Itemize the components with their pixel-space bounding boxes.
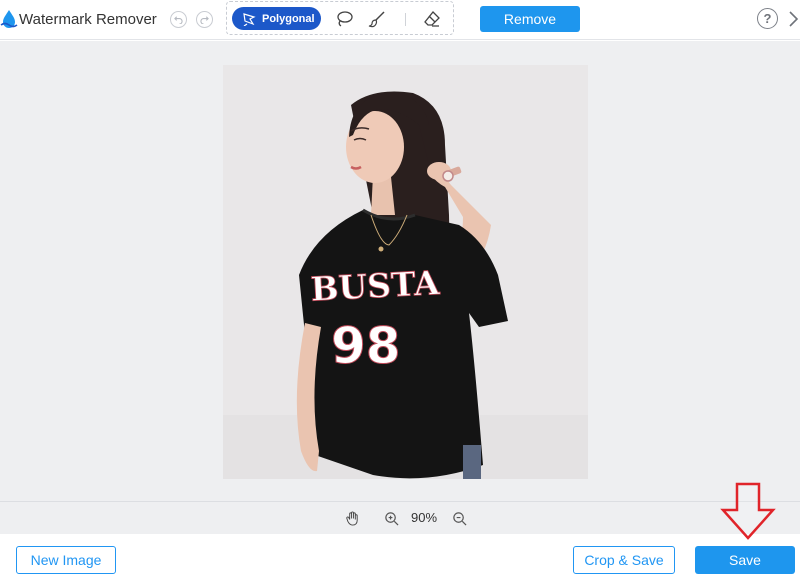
brush-icon: [368, 11, 385, 28]
app-title: Watermark Remover: [19, 10, 157, 28]
tool-separator: [405, 13, 406, 26]
zoom-in-button[interactable]: [383, 510, 399, 526]
zoom-level: 90%: [410, 510, 438, 525]
zoom-in-icon: [384, 511, 398, 525]
selection-tool-group: Polygonal: [226, 1, 454, 35]
bottom-action-bar: New Image Crop & Save Save: [0, 534, 800, 584]
undo-icon: [174, 16, 183, 24]
app-window: Watermark Remover Polygonal Remove ? BUS…: [0, 0, 800, 584]
lasso-icon: [337, 11, 353, 27]
zoom-out-button[interactable]: [451, 510, 467, 526]
zoom-out-icon: [452, 511, 466, 525]
water-drop-icon: [0, 10, 18, 28]
brand: Watermark Remover: [0, 8, 157, 30]
redo-icon: [200, 16, 209, 24]
crop-and-save-button[interactable]: Crop & Save: [573, 546, 675, 574]
help-button[interactable]: ?: [757, 8, 778, 29]
polygonal-tool-button[interactable]: Polygonal: [232, 7, 321, 30]
photo-illustration: BUSTA 98: [223, 65, 588, 479]
polygonal-tool-label: Polygonal: [262, 12, 315, 25]
chevron-right-icon[interactable]: [786, 9, 800, 29]
new-image-button[interactable]: New Image: [16, 546, 116, 574]
woman-in-black-tshirt-photo[interactable]: BUSTA 98: [223, 65, 588, 479]
hand-icon: [345, 510, 358, 526]
shirt-print-top: BUSTA: [310, 263, 441, 309]
pan-button[interactable]: [344, 510, 360, 526]
eraser-tool-button[interactable]: [422, 9, 442, 29]
lasso-tool-button[interactable]: [334, 9, 354, 29]
brush-tool-button[interactable]: [367, 9, 387, 29]
help-icon: ?: [763, 11, 772, 26]
shirt-print-number: 98: [331, 317, 401, 375]
polygon-lasso-icon: [243, 12, 256, 26]
redo-button[interactable]: [196, 11, 213, 28]
zoom-bar: 90%: [0, 501, 800, 534]
eraser-icon: [424, 11, 440, 27]
undo-button[interactable]: [170, 11, 187, 28]
save-button[interactable]: Save: [695, 546, 795, 574]
editing-canvas[interactable]: BUSTA 98: [0, 41, 800, 501]
top-toolbar: Watermark Remover Polygonal Remove ?: [0, 0, 800, 40]
remove-button[interactable]: Remove: [480, 6, 580, 32]
